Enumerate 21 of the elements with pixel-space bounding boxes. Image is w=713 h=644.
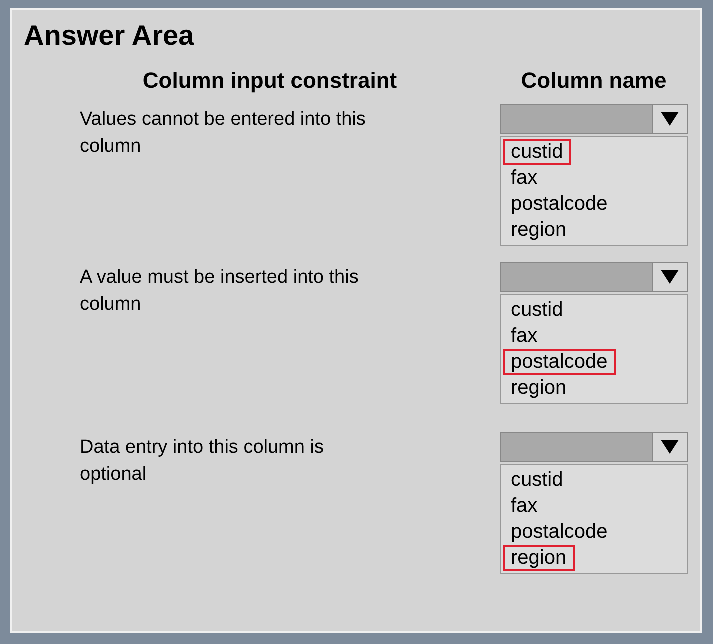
dropdown-option[interactable]: region [503,545,575,571]
column-heading: Column input constraint [142,68,398,94]
dropdown-option[interactable]: fax [503,165,546,191]
dropdown-option[interactable]: postalcode [503,519,616,545]
dropdown-option[interactable]: fax [503,493,546,519]
dropdown-option[interactable]: custid [503,139,572,165]
constraint-text: Data entry into this column is optional [80,436,325,487]
dropdown-option[interactable]: postalcode [503,349,616,375]
constraint-text: A value must be inserted into this column [80,266,360,317]
dropdown-option[interactable]: region [503,217,575,243]
dropdown-option[interactable]: region [503,375,575,401]
dropdown-field[interactable] [500,262,688,292]
dropdown-option[interactable]: postalcode [503,191,616,217]
dropdown-option[interactable]: fax [503,323,546,349]
dropdown-option[interactable]: custid [503,297,572,323]
dropdown-option[interactable]: custid [503,467,572,493]
constraint-text: Values cannot be entered into this column [80,108,367,159]
dropdown-field[interactable] [500,104,688,134]
answer-area-title: Answer Area [24,20,196,52]
column-heading: Column name [520,68,668,94]
dropdown-field[interactable] [500,432,688,462]
